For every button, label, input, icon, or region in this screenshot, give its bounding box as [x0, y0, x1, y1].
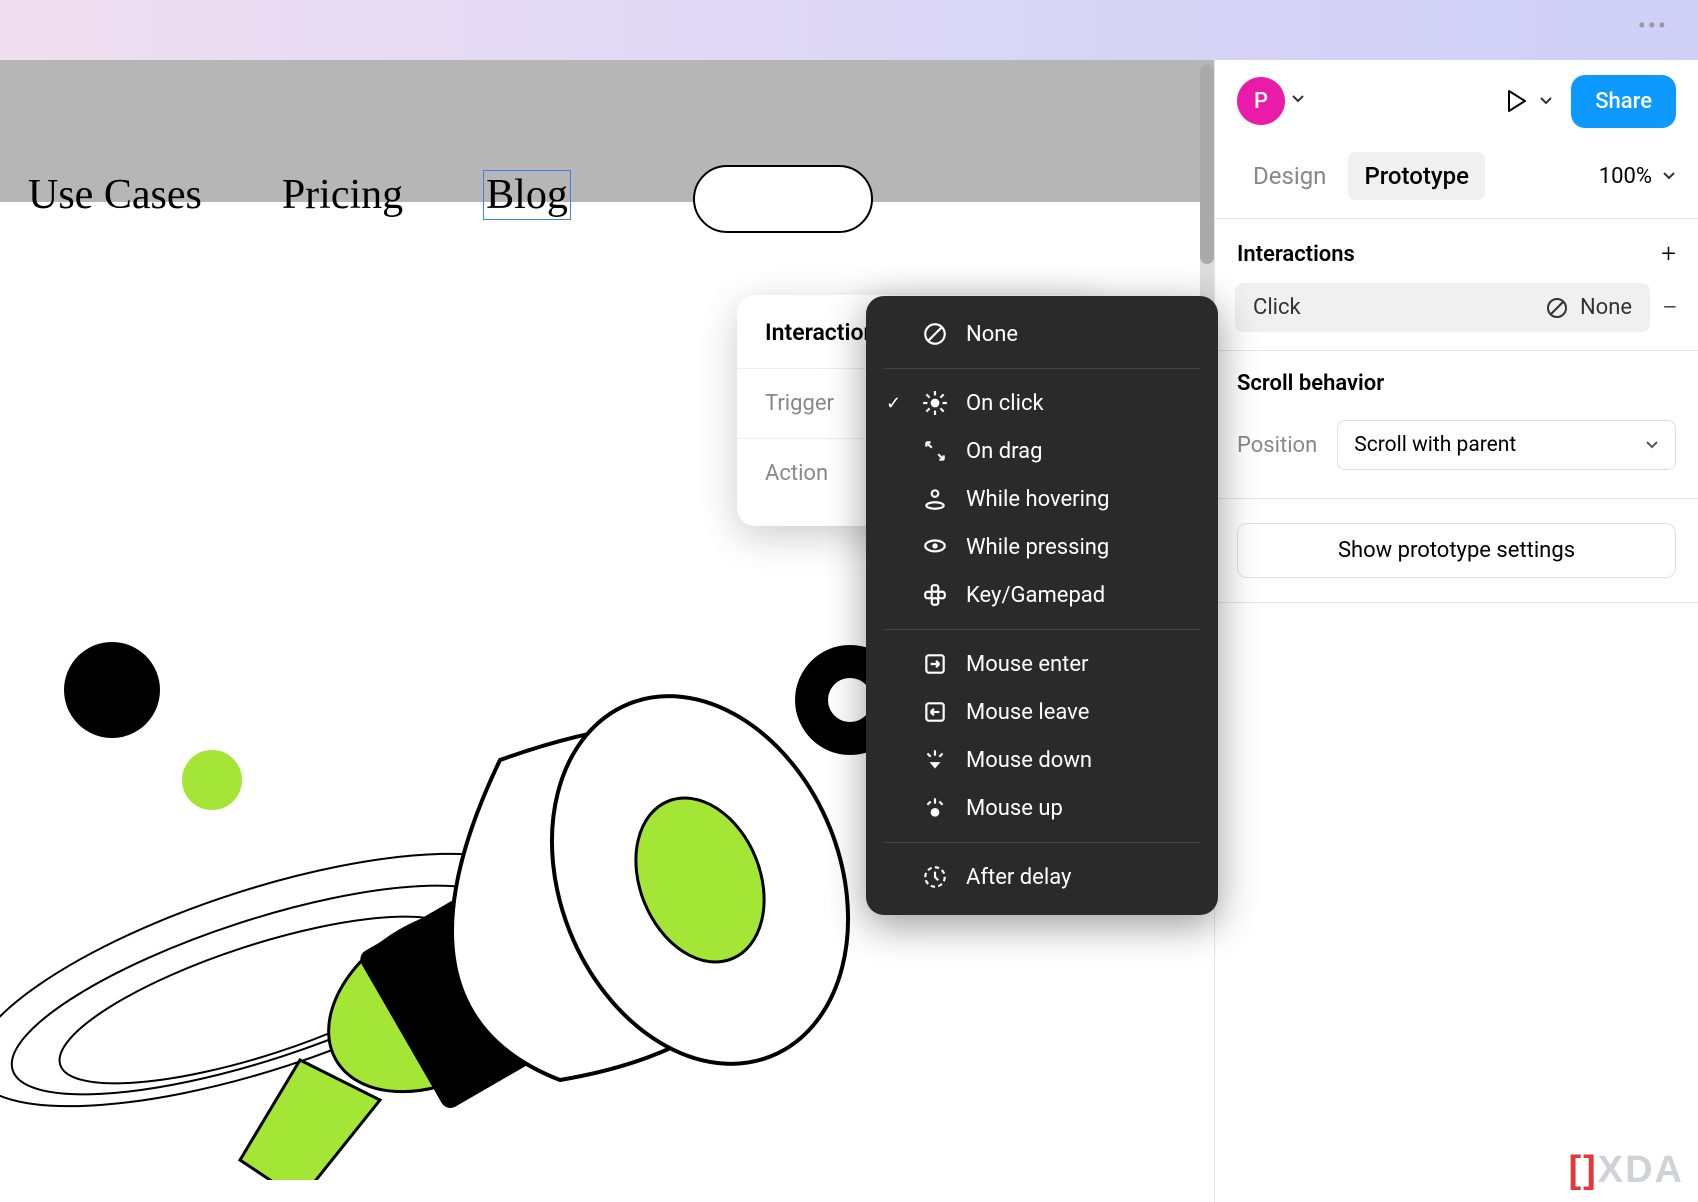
trigger-option-while-pressing[interactable]: While pressing: [866, 523, 1218, 571]
trigger-option-mouse-leave[interactable]: Mouse leave: [866, 688, 1218, 736]
inspector-panel: P Share Design Prototype 100% Interactio…: [1214, 60, 1698, 1202]
mouse-up-icon: [922, 795, 948, 821]
canvas-nav: Use Cases Pricing Blog: [28, 170, 571, 220]
tab-prototype[interactable]: Prototype: [1348, 152, 1485, 200]
nav-pricing[interactable]: Pricing: [282, 171, 403, 219]
mouse-down-icon: [922, 747, 948, 773]
show-prototype-settings-button[interactable]: Show prototype settings: [1237, 523, 1676, 578]
interactions-title: Interactions: [1237, 242, 1355, 267]
position-select[interactable]: Scroll with parent: [1337, 420, 1676, 470]
interaction-pill[interactable]: Click None: [1235, 283, 1650, 332]
share-button[interactable]: Share: [1571, 75, 1676, 128]
trigger-option-after-delay[interactable]: After delay: [866, 853, 1218, 901]
scrollbar-thumb[interactable]: [1200, 64, 1214, 264]
nav-use-cases[interactable]: Use Cases: [28, 171, 202, 219]
position-value: Scroll with parent: [1354, 433, 1516, 457]
play-icon: [1503, 88, 1529, 114]
press-icon: [922, 534, 948, 560]
panel-header: P Share: [1215, 60, 1698, 142]
menu-label: After delay: [966, 865, 1071, 890]
check-icon: ✓: [886, 393, 901, 414]
menu-label: While pressing: [966, 535, 1109, 560]
scroll-behavior-header: Scroll behavior: [1215, 351, 1698, 410]
scroll-position-row: Position Scroll with parent: [1215, 410, 1698, 480]
menu-label: Mouse leave: [966, 700, 1089, 725]
gamepad-icon: [922, 582, 948, 608]
menu-label: Key/Gamepad: [966, 583, 1105, 608]
add-interaction-button[interactable]: +: [1661, 239, 1676, 269]
nav-blog-selected[interactable]: Blog: [483, 170, 571, 220]
trigger-option-on-drag[interactable]: On drag: [866, 427, 1218, 475]
delay-icon: [922, 864, 948, 890]
interactions-header: Interactions +: [1215, 219, 1698, 283]
trigger-option-mouse-up[interactable]: Mouse up: [866, 784, 1218, 832]
hover-icon: [922, 486, 948, 512]
tabs-row: Design Prototype 100%: [1215, 142, 1698, 218]
menu-label: On drag: [966, 439, 1043, 464]
user-avatar[interactable]: P: [1237, 77, 1285, 125]
trigger-option-key-gamepad[interactable]: Key/Gamepad: [866, 571, 1218, 619]
tab-design[interactable]: Design: [1237, 152, 1342, 200]
none-icon: [922, 321, 948, 347]
none-icon: [1546, 297, 1568, 319]
xda-watermark: []XDA: [1568, 1149, 1684, 1192]
menu-label: On click: [966, 391, 1044, 416]
more-icon[interactable]: •••: [1638, 12, 1668, 40]
click-icon: [922, 390, 948, 416]
interaction-trigger: Click: [1253, 295, 1301, 320]
chevron-down-icon: [1662, 169, 1676, 183]
menu-label: Mouse down: [966, 748, 1092, 773]
trigger-option-while-hovering[interactable]: While hovering: [866, 475, 1218, 523]
trigger-menu: None ✓ On click On drag While hovering W…: [866, 296, 1218, 915]
interaction-row: Click None −: [1235, 283, 1678, 332]
position-label: Position: [1237, 433, 1317, 458]
menu-label: Mouse enter: [966, 652, 1089, 677]
play-button[interactable]: [1503, 88, 1553, 114]
scroll-behavior-title: Scroll behavior: [1237, 371, 1384, 396]
mouse-enter-icon: [922, 651, 948, 677]
chevron-down-icon: [1539, 94, 1553, 108]
menu-label: While hovering: [966, 487, 1109, 512]
remove-interaction-button[interactable]: −: [1662, 291, 1678, 324]
mouse-leave-icon: [922, 699, 948, 725]
trigger-option-none[interactable]: None: [866, 310, 1218, 358]
trigger-option-mouse-enter[interactable]: Mouse enter: [866, 640, 1218, 688]
trigger-option-on-click[interactable]: ✓ On click: [866, 379, 1218, 427]
avatar-chevron-icon[interactable]: [1291, 92, 1305, 110]
zoom-value: 100%: [1599, 164, 1652, 189]
drag-icon: [922, 438, 948, 464]
menu-label: None: [966, 322, 1018, 347]
trigger-option-mouse-down[interactable]: Mouse down: [866, 736, 1218, 784]
menu-label: Mouse up: [966, 796, 1063, 821]
interaction-action: None: [1580, 295, 1632, 320]
window-titlebar: •••: [0, 0, 1698, 60]
megaphone-illustration: [0, 560, 900, 1180]
chevron-down-icon: [1645, 438, 1659, 452]
zoom-control[interactable]: 100%: [1599, 164, 1676, 189]
nav-rounded-button[interactable]: [693, 165, 873, 233]
